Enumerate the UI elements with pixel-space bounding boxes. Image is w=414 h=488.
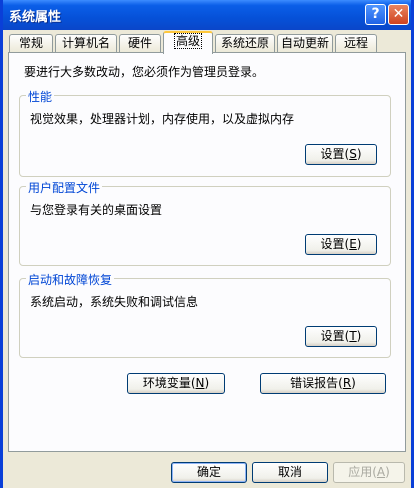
- performance-group: 性能 视觉效果，处理器计划，内存使用，以及虚拟内存 设置(S): [19, 88, 391, 177]
- close-button[interactable]: ✕: [388, 4, 409, 25]
- tab-remote[interactable]: 远程: [335, 34, 377, 52]
- startup-recovery-settings-button[interactable]: 设置(T): [305, 326, 377, 347]
- title-bar[interactable]: 系统属性 ? ✕: [3, 0, 411, 30]
- apply-button[interactable]: 应用(A): [333, 462, 405, 483]
- advanced-tab-panel: 要进行大多数改动，您必须作为管理员登录。 性能 视觉效果，处理器计划，内存使用，…: [8, 52, 406, 452]
- user-profiles-settings-button[interactable]: 设置(E): [305, 234, 377, 255]
- performance-description: 视觉效果，处理器计划，内存使用，以及虚拟内存: [30, 112, 295, 126]
- error-reporting-button[interactable]: 错误报告(R): [260, 373, 386, 394]
- system-properties-window: 系统属性 ? ✕ 常规 计算机名 硬件 高级 系统还原 自动更新 远程 要进行大…: [0, 0, 414, 488]
- tab-system-restore[interactable]: 系统还原: [215, 34, 275, 52]
- close-icon: ✕: [392, 6, 405, 22]
- performance-legend: 性能: [26, 88, 55, 105]
- tab-automatic-updates[interactable]: 自动更新: [277, 34, 333, 52]
- cancel-button[interactable]: 取消: [252, 462, 328, 483]
- startup-recovery-legend: 启动和故障恢复: [26, 271, 115, 288]
- tab-strip: 常规 计算机名 硬件 高级 系统还原 自动更新 远程: [3, 30, 411, 54]
- tab-general[interactable]: 常规: [9, 34, 53, 52]
- tab-advanced[interactable]: 高级: [163, 31, 213, 54]
- ok-button[interactable]: 确定: [171, 462, 247, 483]
- tab-computer-name[interactable]: 计算机名: [55, 34, 117, 52]
- environment-variables-button[interactable]: 环境变量(N): [127, 373, 225, 394]
- help-icon: ?: [371, 6, 380, 22]
- tab-hardware[interactable]: 硬件: [119, 34, 161, 52]
- performance-settings-button[interactable]: 设置(S): [305, 144, 377, 165]
- startup-recovery-group: 启动和故障恢复 系统启动，系统失败和调试信息 设置(T): [19, 271, 391, 358]
- user-profiles-group: 用户配置文件 与您登录有关的桌面设置 设置(E): [19, 179, 391, 266]
- user-profiles-description: 与您登录有关的桌面设置: [30, 203, 163, 217]
- user-profiles-legend: 用户配置文件: [26, 179, 103, 196]
- help-button[interactable]: ?: [365, 4, 386, 25]
- admin-notice: 要进行大多数改动，您必须作为管理员登录。: [24, 65, 265, 79]
- startup-recovery-description: 系统启动，系统失败和调试信息: [30, 295, 199, 309]
- window-title: 系统属性: [9, 10, 62, 25]
